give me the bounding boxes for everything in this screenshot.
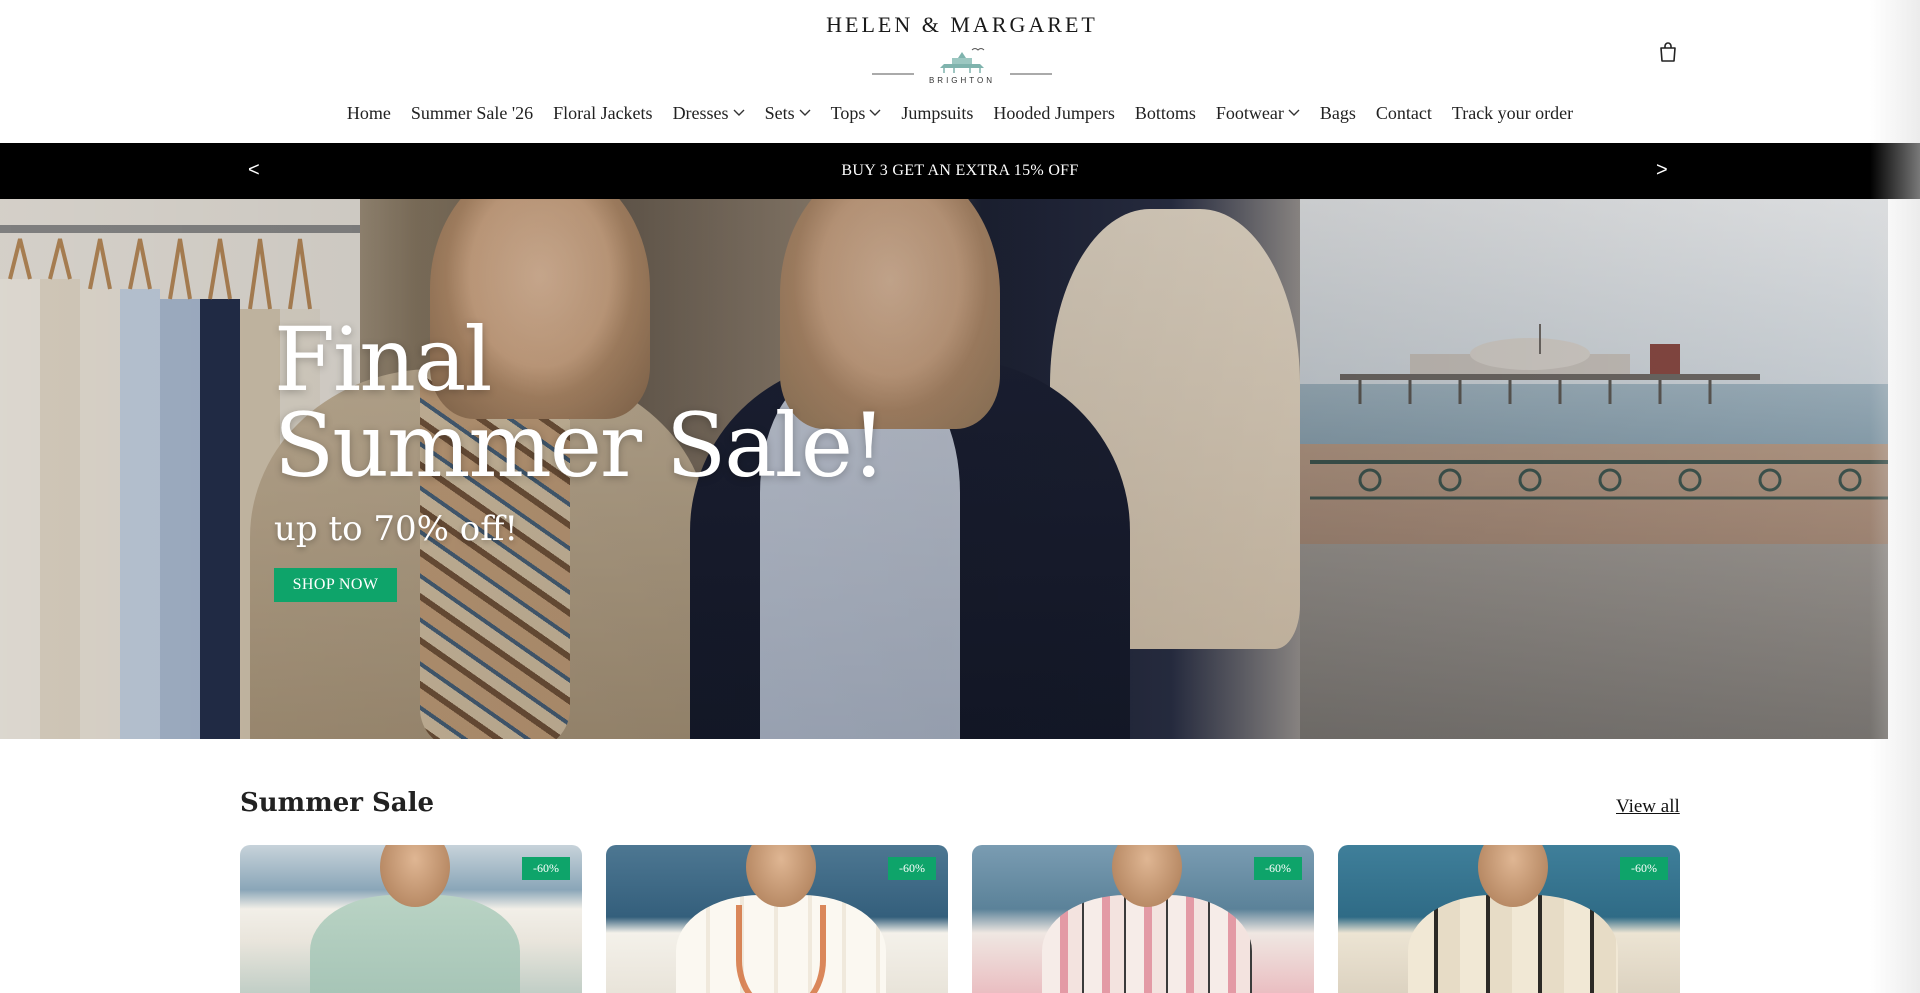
chevron-down-icon bbox=[733, 109, 745, 116]
nav-item-footwear[interactable]: Footwear bbox=[1216, 100, 1300, 126]
announcement-prev-button[interactable]: < bbox=[248, 143, 260, 199]
logo-subtitle: BRIGHTON bbox=[928, 76, 996, 85]
shop-now-button[interactable]: SHOP NOW bbox=[274, 568, 397, 602]
logo-title: HELEN & MARGARET bbox=[826, 12, 1098, 37]
chevron-down-icon bbox=[1288, 109, 1300, 116]
hero-title-line2: Summer Sale! bbox=[274, 394, 886, 497]
nav-item-hooded-jumpers[interactable]: Hooded Jumpers bbox=[993, 100, 1114, 126]
brand-logo[interactable]: HELEN & MARGARET BRIGHTON bbox=[822, 12, 1102, 92]
hero-banner: Final Summer Sale! up to 70% off! SHOP N… bbox=[0, 199, 1888, 739]
nav-item-sets[interactable]: Sets bbox=[765, 100, 811, 126]
nav-item-floral-jackets[interactable]: Floral Jackets bbox=[553, 100, 652, 126]
product-card[interactable]: -60% bbox=[606, 845, 948, 993]
discount-badge: -60% bbox=[522, 857, 570, 880]
product-image bbox=[1408, 895, 1618, 993]
chevron-down-icon bbox=[799, 109, 811, 116]
main-nav: Home Summer Sale '26 Floral Jackets Dres… bbox=[0, 100, 1920, 126]
announcement-bar: BUY 3 GET AN EXTRA 15% OFF < > bbox=[0, 143, 1920, 199]
nav-item-home[interactable]: Home bbox=[347, 100, 391, 126]
product-card[interactable]: -60% bbox=[240, 845, 582, 993]
product-card[interactable]: -60% bbox=[972, 845, 1314, 993]
product-image bbox=[310, 895, 520, 993]
hero-subtitle: up to 70% off! bbox=[274, 509, 519, 549]
nav-item-tops[interactable]: Tops bbox=[831, 100, 882, 126]
pier-emblem-icon bbox=[872, 48, 1052, 75]
nav-item-summer-sale[interactable]: Summer Sale '26 bbox=[411, 100, 533, 126]
nav-item-jumpsuits[interactable]: Jumpsuits bbox=[901, 100, 973, 126]
discount-badge: -60% bbox=[1620, 857, 1668, 880]
product-image bbox=[1042, 895, 1252, 993]
section-title: Summer Sale bbox=[240, 788, 435, 818]
discount-badge: -60% bbox=[888, 857, 936, 880]
site-header: HELEN & MARGARET BRIGHTON Home Summer Sa… bbox=[0, 0, 1920, 143]
nav-item-dresses[interactable]: Dresses bbox=[673, 100, 745, 126]
announcement-text: BUY 3 GET AN EXTRA 15% OFF bbox=[841, 162, 1079, 179]
product-card[interactable]: -60% bbox=[1338, 845, 1680, 993]
announcement-next-button[interactable]: > bbox=[1656, 143, 1668, 199]
product-image-trim bbox=[736, 905, 826, 993]
nav-item-bags[interactable]: Bags bbox=[1320, 100, 1356, 126]
nav-item-contact[interactable]: Contact bbox=[1376, 100, 1432, 126]
shopping-bag-icon[interactable] bbox=[1656, 40, 1680, 64]
chevron-down-icon bbox=[869, 109, 881, 116]
nav-item-track-order[interactable]: Track your order bbox=[1452, 100, 1573, 126]
view-all-link[interactable]: View all bbox=[1616, 796, 1680, 818]
nav-item-bottoms[interactable]: Bottoms bbox=[1135, 100, 1196, 126]
discount-badge: -60% bbox=[1254, 857, 1302, 880]
hero-title: Final Summer Sale! bbox=[274, 316, 974, 490]
